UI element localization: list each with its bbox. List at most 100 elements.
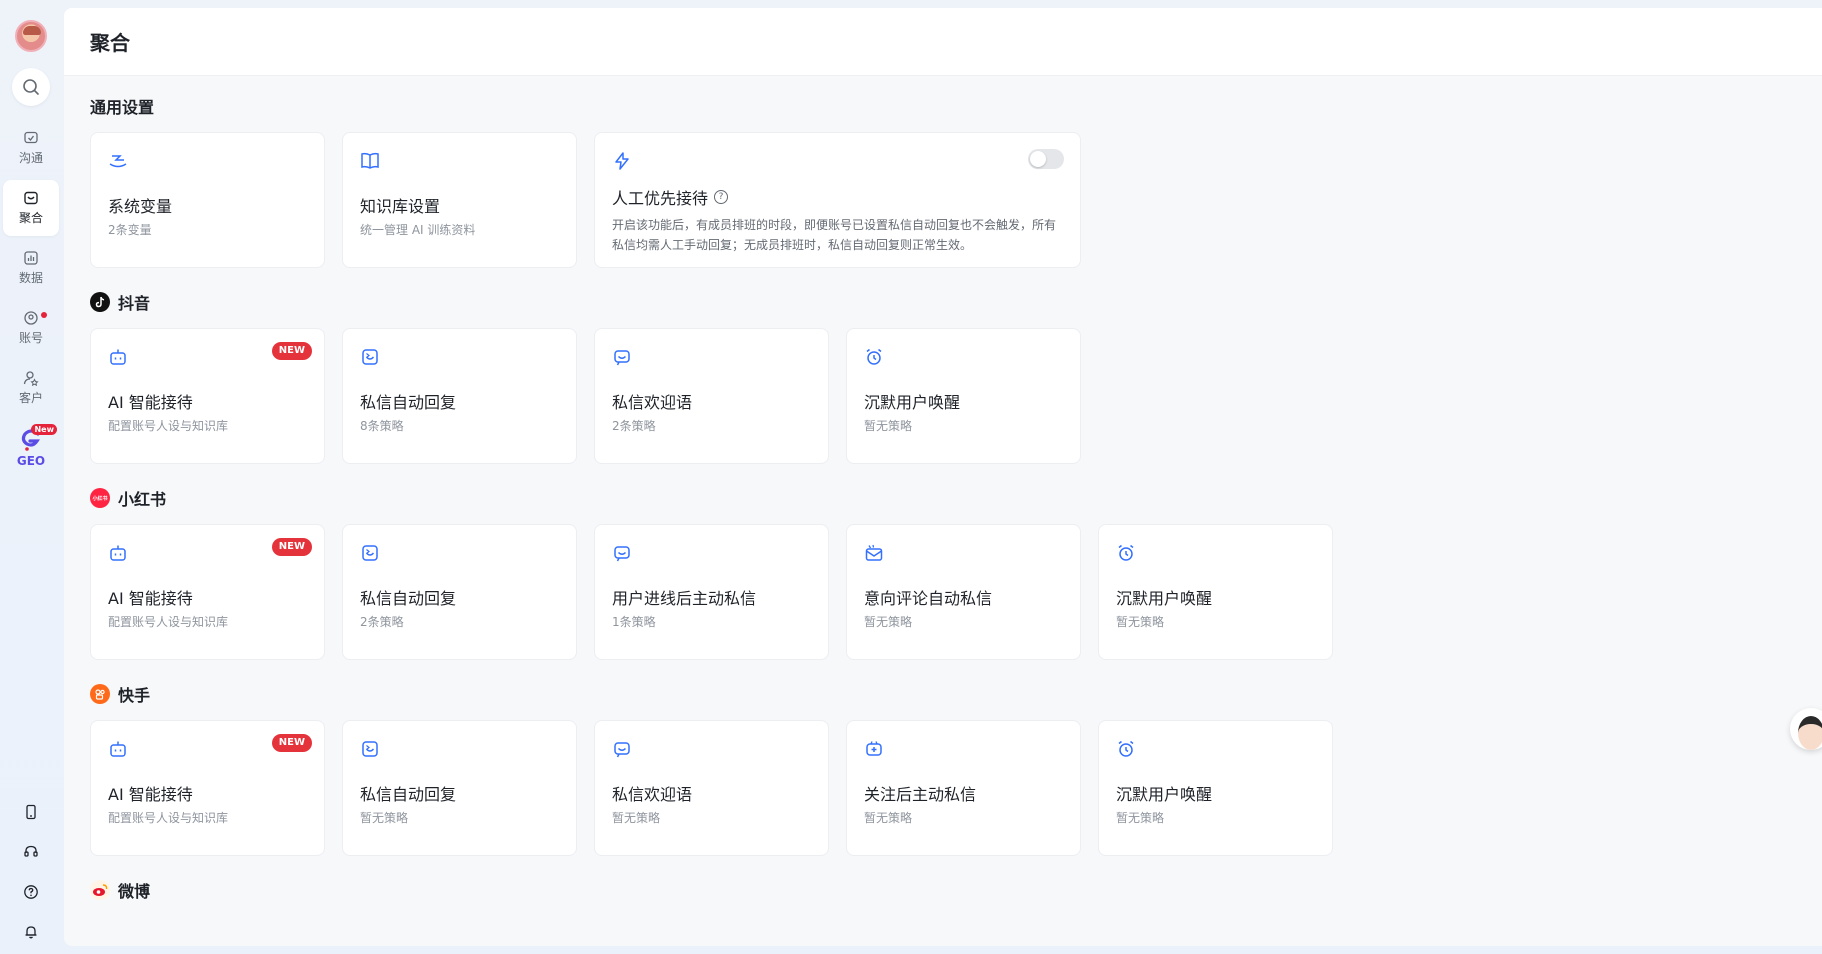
card-ks-auto-reply[interactable]: 私信自动回复 暂无策略	[342, 720, 577, 856]
card-douyin-auto-reply[interactable]: 私信自动回复 8条策略	[342, 328, 577, 464]
section-xiaohongshu: 小红书 小红书 NEW AI 智能接待 配置账号人设与知识库 私信自动回复 2条…	[90, 486, 1796, 660]
follow-message-icon	[866, 741, 882, 756]
weibo-icon	[90, 880, 110, 900]
chat-icon	[24, 131, 38, 144]
card-subtitle: 1条策略	[612, 615, 656, 629]
card-xhs-ai-reception[interactable]: NEW AI 智能接待 配置账号人设与知识库	[90, 524, 325, 660]
card-subtitle: 暂无策略	[612, 811, 661, 825]
section-title: 通用设置	[90, 98, 155, 117]
card-subtitle: 暂无策略	[360, 811, 409, 825]
mobile-icon[interactable]	[19, 800, 43, 824]
card-row: NEW AI 智能接待 配置账号人设与知识库 私信自动回复 2条策略 用户进线后…	[90, 524, 1796, 660]
card-xhs-comment-message[interactable]: 意向评论自动私信 暂无策略	[846, 524, 1081, 660]
alarm-clock-icon	[1118, 740, 1134, 757]
headset-icon[interactable]	[19, 840, 43, 864]
main-panel: 聚合 通用设置 系统变量 2条变量 知识库设置 统一管理 AI 训练资料 人工优…	[64, 8, 1822, 946]
card-xhs-auto-reply[interactable]: 私信自动回复 2条策略	[342, 524, 577, 660]
topbar: 聚合	[64, 8, 1822, 76]
new-badge: NEW	[271, 538, 312, 556]
alarm-clock-icon	[866, 348, 882, 365]
card-title: 关注后主动私信	[864, 785, 977, 804]
sidebar-item-geo[interactable]: New GEO	[3, 420, 59, 476]
card-title: AI 智能接待	[108, 589, 193, 608]
section-title: 小红书 小红书	[90, 486, 1796, 510]
section-general: 通用设置 系统变量 2条变量 知识库设置 统一管理 AI 训练资料 人工优先接待…	[90, 94, 1796, 268]
sidebar-item-communicate[interactable]: 沟通	[3, 120, 59, 176]
sidebar-item-label: 沟通	[18, 151, 43, 165]
card-douyin-welcome[interactable]: 私信欢迎语 2条策略	[594, 328, 829, 464]
card-system-variables[interactable]: 系统变量 2条变量	[90, 132, 325, 268]
section-title-text: 小红书	[118, 490, 167, 509]
aggregate-icon	[24, 191, 38, 205]
bell-icon[interactable]	[19, 920, 43, 944]
card-title: 用户进线后主动私信	[612, 589, 757, 608]
welcome-icon	[614, 742, 630, 758]
xiaohongshu-logo-text: 小红书	[92, 495, 108, 502]
card-douyin-silent-wake[interactable]: 沉默用户唤醒 暂无策略	[846, 328, 1081, 464]
card-row: NEW AI 智能接待 配置账号人设与知识库 私信自动回复 暂无策略 私信欢迎语…	[90, 720, 1796, 856]
card-title: 意向评论自动私信	[864, 589, 993, 608]
card-title: 系统变量	[108, 197, 173, 216]
card-ks-ai-reception[interactable]: NEW AI 智能接待 配置账号人设与知识库	[90, 720, 325, 856]
card-knowledge-base[interactable]: 知识库设置 统一管理 AI 训练资料	[342, 132, 577, 268]
section-kuaishou: 快手 NEW AI 智能接待 配置账号人设与知识库 私信自动回复 暂无策略 私信…	[90, 682, 1796, 856]
auto-reply-icon	[362, 349, 378, 365]
card-subtitle: 暂无策略	[864, 419, 913, 433]
card-title: AI 智能接待	[108, 785, 193, 804]
card-title: 私信欢迎语	[612, 393, 693, 412]
card-title: 私信自动回复	[360, 785, 457, 804]
question-icon[interactable]: ?	[714, 190, 729, 204]
section-title: 抖音	[90, 290, 1796, 314]
new-badge: NEW	[271, 734, 312, 752]
page-title: 聚合	[90, 31, 130, 55]
new-badge: NEW	[271, 342, 312, 360]
sidebar-item-label: 数据	[18, 271, 43, 285]
card-subtitle: 统一管理 AI 训练资料	[360, 223, 476, 237]
variable-icon	[109, 155, 127, 168]
customer-icon	[23, 371, 39, 386]
search-icon	[23, 79, 39, 95]
card-subtitle: 配置账号人设与知识库	[108, 811, 229, 825]
card-douyin-ai-reception[interactable]: NEW AI 智能接待 配置账号人设与知识库	[90, 328, 325, 464]
robot-icon	[110, 545, 126, 561]
avatar[interactable]	[15, 20, 47, 52]
card-ks-follow-message[interactable]: 关注后主动私信 暂无策略	[846, 720, 1081, 856]
sidebar-item-aggregate[interactable]: 聚合	[3, 180, 59, 236]
sidebar-item-customer[interactable]: 客户	[3, 360, 59, 416]
search-button[interactable]	[12, 68, 50, 106]
douyin-icon	[90, 292, 110, 312]
sidebar-item-label: 客户	[18, 391, 43, 405]
card-subtitle: 暂无策略	[864, 811, 913, 825]
card-xhs-proactive-message[interactable]: 用户进线后主动私信 1条策略	[594, 524, 829, 660]
section-title: 微博	[90, 878, 1796, 902]
kuaishou-icon	[90, 684, 110, 704]
card-xhs-silent-wake[interactable]: 沉默用户唤醒 暂无策略	[1098, 524, 1333, 660]
xiaohongshu-icon: 小红书	[90, 488, 110, 508]
section-title-text: 抖音	[118, 294, 151, 313]
card-title: 知识库设置	[360, 197, 441, 216]
card-title-text: 人工优先接待	[612, 189, 709, 208]
sidebar-item-data[interactable]: 数据	[3, 240, 59, 296]
welcome-icon	[614, 546, 630, 562]
robot-icon	[110, 349, 126, 365]
card-manual-priority[interactable]: 人工优先接待? 开启该功能后，有成员排班的时段，即便账号已设置私信自动回复也不会…	[594, 132, 1081, 268]
card-title: 沉默用户唤醒	[864, 393, 961, 412]
account-icon	[24, 311, 38, 325]
help-icon[interactable]	[19, 880, 43, 904]
sidebar: 沟通 聚合 数据 账号 客户 New GEO	[0, 0, 62, 954]
card-title: 私信自动回复	[360, 589, 457, 608]
card-subtitle: 暂无策略	[864, 615, 913, 629]
card-ks-welcome[interactable]: 私信欢迎语 暂无策略	[594, 720, 829, 856]
card-subtitle: 暂无策略	[1116, 811, 1165, 825]
alarm-clock-icon	[1118, 544, 1134, 561]
card-title: 沉默用户唤醒	[1116, 785, 1213, 804]
card-ks-silent-wake[interactable]: 沉默用户唤醒 暂无策略	[1098, 720, 1333, 856]
manual-priority-toggle[interactable]	[1028, 149, 1064, 169]
card-subtitle: 暂无策略	[1116, 615, 1165, 629]
chart-icon	[24, 251, 38, 265]
card-subtitle: 8条策略	[360, 419, 404, 433]
card-title: AI 智能接待	[108, 393, 193, 412]
mail-icon	[865, 544, 883, 561]
sidebar-item-label: 账号	[18, 331, 43, 345]
sidebar-item-account[interactable]: 账号	[3, 300, 59, 356]
